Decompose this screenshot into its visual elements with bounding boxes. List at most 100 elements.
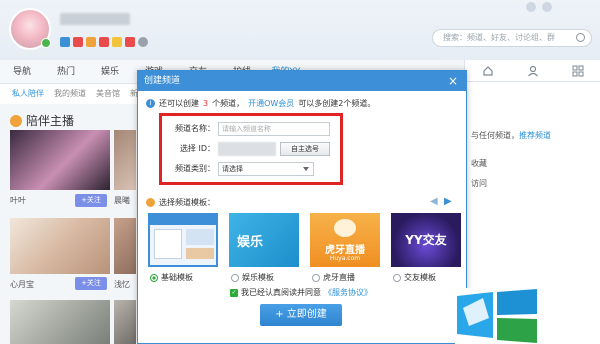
radio-selected-icon[interactable] bbox=[150, 273, 158, 282]
home-icon bbox=[482, 65, 493, 76]
template-preview-panel bbox=[154, 229, 182, 259]
template-card-ent[interactable]: 娱乐 bbox=[229, 213, 299, 267]
subnav-item-voice[interactable]: 美音馆 bbox=[96, 84, 120, 104]
template-huya-text: 虎牙直播 bbox=[325, 245, 365, 256]
template-option-ent[interactable]: 娱乐模板 bbox=[231, 272, 274, 283]
home-tab[interactable] bbox=[465, 60, 510, 81]
quota-tip: i 还可以创建 3 个频道， 开通OW会员 可以多创建2个频道。 bbox=[146, 98, 375, 109]
info-badge-icon[interactable] bbox=[138, 37, 148, 47]
medal-badge-icon[interactable] bbox=[112, 37, 122, 47]
create-channel-dialog: 创建频道 × i 还可以创建 3 个频道， 开通OW会员 可以多创建2个频道。 … bbox=[137, 70, 467, 344]
nav-item-guide[interactable]: 导航 bbox=[0, 60, 44, 83]
anchor-name[interactable]: 心月宝 bbox=[10, 279, 34, 290]
channel-type-select[interactable]: 请选择 bbox=[218, 162, 314, 176]
template-preview-panel bbox=[186, 248, 214, 259]
dialog-title: 创建频道 bbox=[144, 76, 181, 86]
template-yy-text: YY交友 bbox=[405, 233, 447, 247]
anchor-card-image[interactable] bbox=[114, 300, 136, 344]
agreement-row: ✓ 我已经认真阅读并同意 《服务协议》 bbox=[230, 287, 372, 298]
name-label: 频道名称： bbox=[175, 124, 215, 133]
subnav-item-private[interactable]: 私人陪伴 bbox=[12, 84, 44, 104]
search-input[interactable]: 搜索：频道、好友、讨论组、群 bbox=[432, 29, 592, 47]
username-redacted bbox=[60, 13, 130, 25]
red-badge-icon[interactable] bbox=[99, 37, 109, 47]
template-card-basic[interactable] bbox=[148, 213, 218, 267]
close-icon[interactable]: × bbox=[445, 73, 461, 89]
type-row: 频道类别： 请选择 bbox=[162, 162, 340, 176]
template-option-basic[interactable]: 基础模板 bbox=[150, 272, 193, 283]
huya-logo-icon bbox=[334, 219, 356, 237]
template-card-huya[interactable]: 虎牙直播 Huya.com bbox=[310, 213, 380, 267]
gift-badge-icon[interactable] bbox=[125, 37, 135, 47]
agree-checkbox[interactable]: ✓ bbox=[230, 288, 238, 297]
tip-mid: 个频道， bbox=[212, 99, 245, 108]
choose-id-button[interactable]: 自主选号 bbox=[280, 142, 330, 156]
agree-text: 我已经认真阅读并同意 bbox=[241, 288, 321, 297]
vip-upgrade-link[interactable]: 开通OW会员 bbox=[248, 98, 294, 109]
template-title-text: 选择频道模板： bbox=[159, 198, 215, 207]
tip-prefix: 还可以创建 bbox=[159, 99, 199, 108]
id-row: 选择 ID： 自主选号 bbox=[162, 142, 340, 156]
vip-badge-icon[interactable] bbox=[60, 37, 70, 47]
anchor-name[interactable]: 晨曦 bbox=[114, 195, 130, 206]
id-label: 选择 ID： bbox=[179, 144, 215, 153]
template-preview-panel bbox=[186, 229, 214, 245]
right-panel-tabs bbox=[465, 60, 600, 82]
template-huya-url: Huya.com bbox=[329, 255, 361, 262]
window-controls bbox=[526, 2, 552, 12]
info-icon: i bbox=[146, 99, 155, 108]
template-label: 基础模板 bbox=[161, 273, 193, 282]
template-option-social[interactable]: 交友模板 bbox=[393, 272, 436, 283]
prev-arrow-icon[interactable]: ◀ bbox=[430, 196, 438, 207]
profile-header: 搜索：频道、好友、讨论组、群 bbox=[0, 0, 600, 60]
anchor-name[interactable]: 叶叶 bbox=[10, 195, 26, 206]
apps-tab[interactable] bbox=[555, 60, 600, 81]
grid-icon bbox=[572, 65, 583, 76]
anchor-card-image[interactable] bbox=[10, 218, 110, 274]
channel-id-value-redacted bbox=[218, 142, 276, 156]
contacts-tab[interactable] bbox=[510, 60, 555, 81]
radio-icon[interactable] bbox=[231, 273, 239, 282]
name-row: 频道名称： 请输入频道名称 bbox=[162, 122, 340, 136]
favorites-item[interactable]: 收藏 bbox=[471, 158, 487, 169]
recommend-channel-link[interactable]: 推荐频道 bbox=[519, 131, 551, 140]
follow-button[interactable]: +关注 bbox=[75, 194, 107, 207]
user-icon bbox=[527, 65, 538, 76]
logo-icon bbox=[457, 289, 537, 343]
create-now-button[interactable]: + 立即创建 bbox=[260, 304, 342, 326]
minimize-icon[interactable] bbox=[542, 2, 552, 12]
search-icon[interactable] bbox=[576, 33, 585, 42]
right-panel-text: 与任何频道，推荐频道 bbox=[471, 130, 551, 141]
channel-name-input[interactable]: 请输入频道名称 bbox=[218, 122, 330, 136]
nav-item-ent[interactable]: 娱乐 bbox=[88, 60, 132, 83]
radio-icon[interactable] bbox=[312, 273, 320, 282]
warning-icon bbox=[146, 198, 155, 207]
template-label: 虎牙直播 bbox=[323, 273, 355, 282]
follow-button[interactable]: +关注 bbox=[75, 277, 107, 290]
chevron-down-icon bbox=[303, 167, 309, 171]
service-agreement-link[interactable]: 《服务协议》 bbox=[324, 287, 372, 298]
anchor-name[interactable]: 浅忆 bbox=[114, 279, 130, 290]
search-placeholder: 搜索：频道、好友、讨论组、群 bbox=[443, 33, 555, 42]
dialog-title-bar: 创建频道 × bbox=[138, 71, 466, 91]
next-arrow-icon[interactable]: ▶ bbox=[444, 196, 452, 207]
right-panel-line: 与任何频道， bbox=[471, 131, 519, 140]
anchor-card-image[interactable] bbox=[10, 300, 110, 344]
template-section-title: 选择频道模板： bbox=[146, 197, 215, 208]
template-card-social[interactable]: YY交友 bbox=[391, 213, 461, 267]
visited-item[interactable]: 访问 bbox=[471, 178, 487, 189]
heart-badge-icon[interactable] bbox=[73, 37, 83, 47]
template-option-huya[interactable]: 虎牙直播 bbox=[312, 272, 355, 283]
skin-icon[interactable] bbox=[526, 2, 536, 12]
anchor-card-image[interactable] bbox=[10, 130, 110, 190]
subnav-item-my-channels[interactable]: 我的频道 bbox=[54, 84, 86, 104]
anchor-icon bbox=[10, 114, 22, 127]
level-badge-icon[interactable] bbox=[86, 37, 96, 47]
anchor-card-image[interactable] bbox=[114, 218, 136, 274]
channel-name-placeholder: 请输入频道名称 bbox=[222, 125, 271, 133]
nav-item-hot[interactable]: 热门 bbox=[44, 60, 88, 83]
logo-area bbox=[455, 288, 600, 344]
radio-icon[interactable] bbox=[393, 273, 401, 282]
anchor-card-image[interactable] bbox=[114, 130, 136, 190]
highlight-frame: 频道名称： 请输入频道名称 选择 ID： 自主选号 频道类别： 请选择 bbox=[159, 113, 343, 185]
